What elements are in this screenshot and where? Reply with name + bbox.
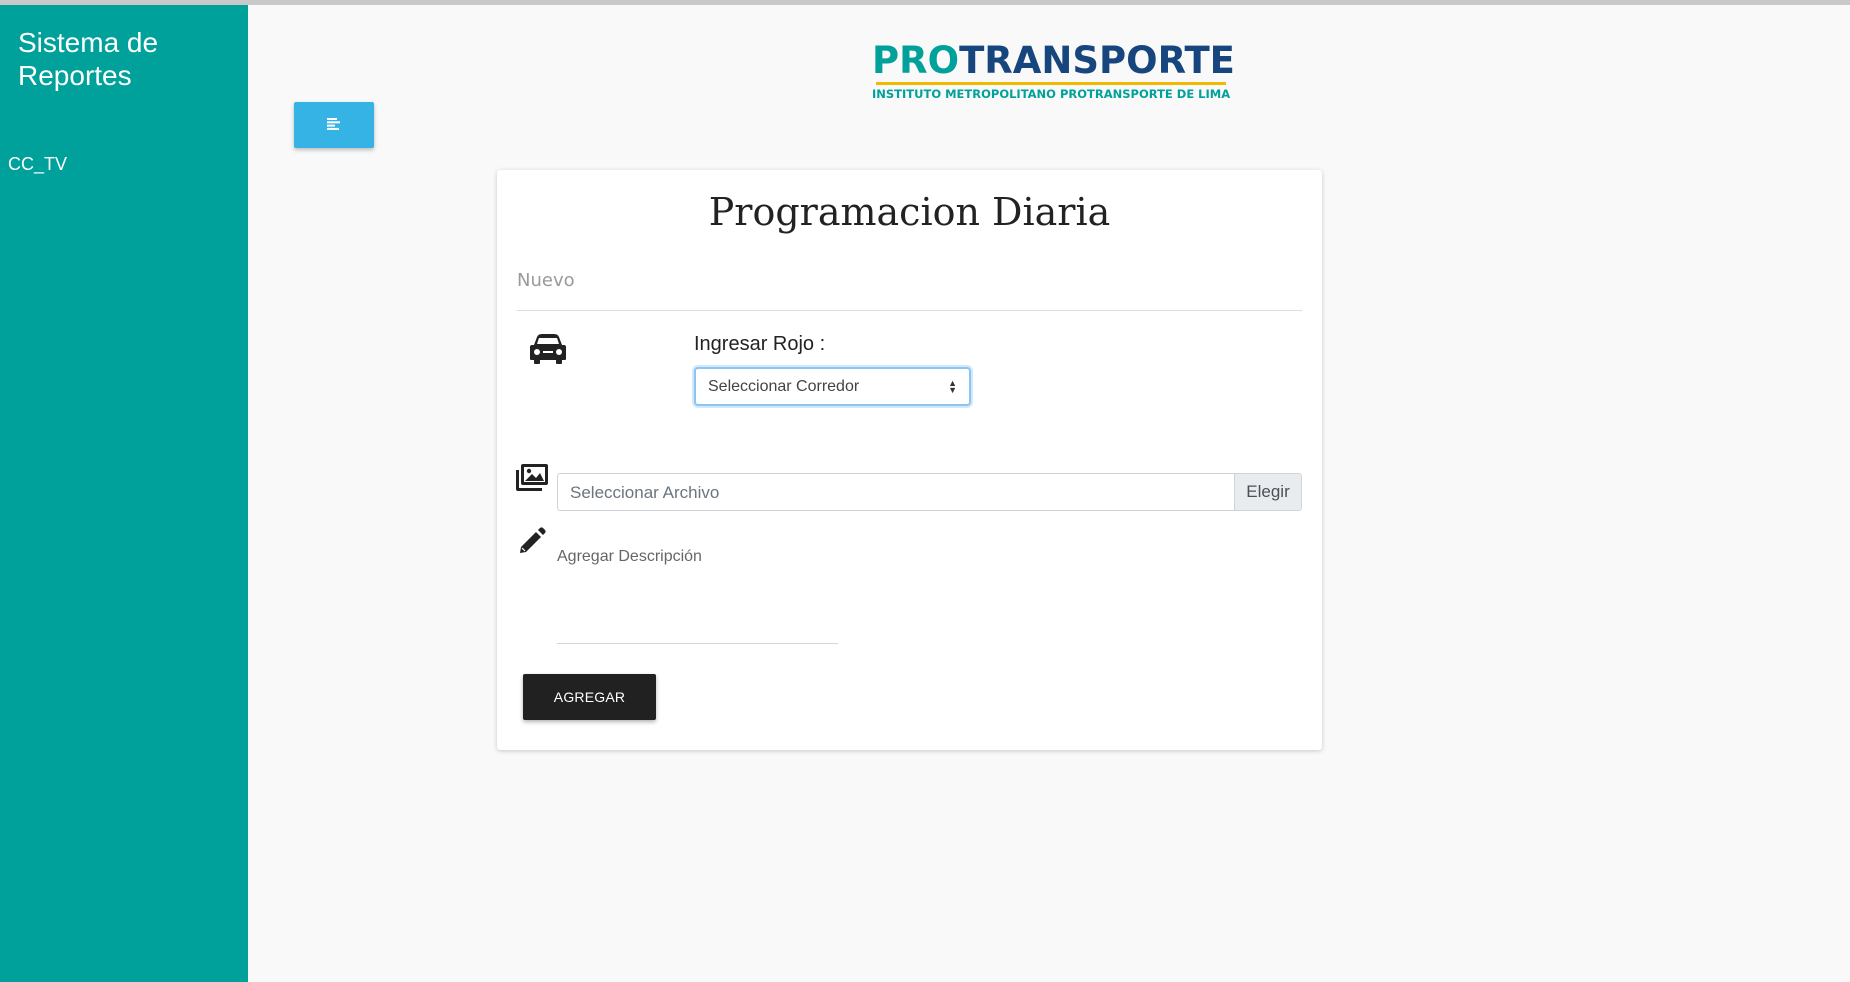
sidebar-item-cctv[interactable]: CC_TV xyxy=(8,154,67,175)
images-icon xyxy=(515,463,549,498)
form-card: Programacion Diaria Nuevo Ingresar Rojo … xyxy=(497,170,1322,750)
form-subtitle: Nuevo xyxy=(517,270,575,291)
logo-part-pro: PRO xyxy=(872,39,960,82)
protransporte-logo: PROTRANSPORTE INSTITUTO METROPOLITANO PR… xyxy=(872,39,1235,102)
corridor-select[interactable]: Seleccionar Corredor ▲ ▼ xyxy=(694,367,971,406)
logo-part-transporte: TRANSPORTE xyxy=(959,39,1235,82)
description-field[interactable]: Agregar Descripción xyxy=(557,540,838,644)
sidebar-title: Sistema de Reportes xyxy=(18,27,159,91)
file-input-placeholder: Seleccionar Archivo xyxy=(570,483,720,502)
corridor-label: Ingresar Rojo : xyxy=(694,333,826,355)
car-icon xyxy=(529,333,567,370)
sidebar-toggle-button[interactable] xyxy=(294,102,374,148)
sort-arrows-icon: ▲ ▼ xyxy=(948,378,957,395)
pencil-icon xyxy=(517,526,547,561)
browse-button[interactable]: Elegir xyxy=(1234,474,1301,510)
add-button[interactable]: AGREGAR xyxy=(523,674,656,720)
description-placeholder: Agregar Descripción xyxy=(557,548,702,565)
window-top-border xyxy=(0,0,1850,5)
corridor-select-value: Seleccionar Corredor xyxy=(708,378,860,395)
logo-wordmark: PROTRANSPORTE xyxy=(872,39,1235,82)
page-title: Programacion Diaria xyxy=(708,190,1111,234)
file-input[interactable]: Seleccionar Archivo Elegir xyxy=(557,473,1302,511)
divider xyxy=(517,310,1302,311)
align-left-icon xyxy=(327,117,341,133)
logo-subtitle: INSTITUTO METROPOLITANO PROTRANSPORTE DE… xyxy=(872,87,1231,101)
logo-underline xyxy=(876,82,1226,85)
sidebar: Sistema de Reportes CC_TV xyxy=(0,5,248,982)
